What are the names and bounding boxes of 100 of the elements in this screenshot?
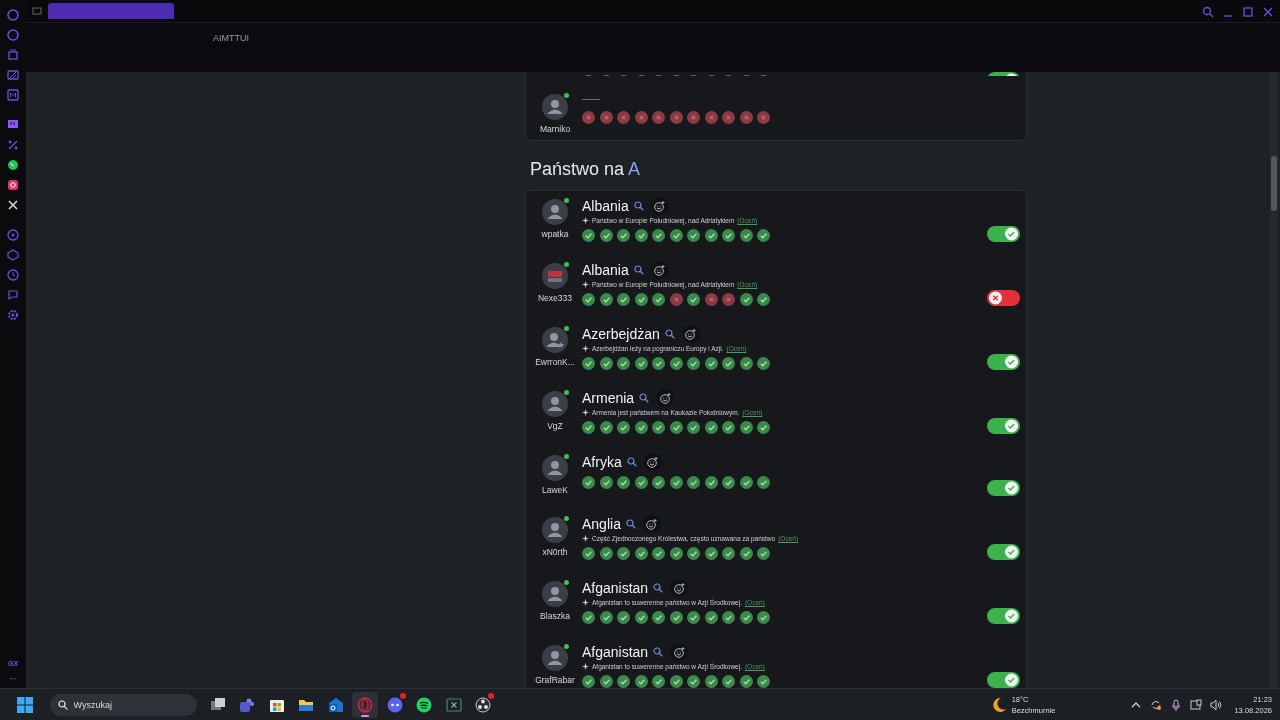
search-icon <box>57 699 68 710</box>
toggle-switch[interactable] <box>987 226 1020 242</box>
search-icon[interactable] <box>626 457 637 467</box>
avatar-icon <box>542 455 568 481</box>
search-field[interactable]: Wyszukaj <box>49 693 197 716</box>
player-name: GrafRabar <box>535 675 575 685</box>
toggle-switch[interactable] <box>987 672 1020 688</box>
search-icon[interactable] <box>625 519 636 529</box>
player-name: Nexe333 <box>538 293 572 303</box>
emoji-button[interactable] <box>650 197 669 215</box>
search-icon[interactable] <box>653 647 664 657</box>
sparkle-icon <box>582 281 589 288</box>
player-name: Marniko <box>539 124 571 134</box>
player-name: wpatka <box>541 229 569 239</box>
smiley-plus-icon <box>673 582 685 594</box>
smiley-plus-icon <box>654 264 666 276</box>
toggle-switch[interactable] <box>987 418 1020 434</box>
answer-text: Albania <box>582 262 629 278</box>
toggle-switch[interactable] <box>987 480 1020 496</box>
smiley-plus-icon <box>654 200 666 212</box>
search-icon[interactable] <box>1202 6 1214 18</box>
player-name: VgZ <box>547 421 563 431</box>
stacked-windows-icon <box>209 696 226 713</box>
emoji-button[interactable] <box>656 389 675 407</box>
chat-bubble-icon <box>386 696 403 713</box>
sparkle-icon <box>582 663 589 670</box>
sparkle-icon <box>582 345 589 352</box>
clock-icon[interactable] <box>7 269 19 281</box>
avatar-icon <box>542 94 568 120</box>
sound-waves-icon <box>416 696 432 713</box>
phone-bubble-icon[interactable] <box>7 159 19 171</box>
search-icon[interactable] <box>653 583 664 593</box>
scrollbar-track[interactable] <box>1270 72 1278 688</box>
smiley-plus-icon <box>685 328 697 340</box>
avatar-icon <box>542 327 568 353</box>
answer-text: Afganistan <box>582 644 649 660</box>
address-text: AIMTTUI <box>213 33 249 43</box>
sparkle-icon <box>582 409 589 416</box>
x-box-icon <box>445 696 462 713</box>
avatar-icon <box>542 645 568 671</box>
answer-text: Anglia <box>582 516 621 532</box>
search-icon[interactable] <box>639 393 650 403</box>
letter-square-icon[interactable] <box>7 89 19 101</box>
moon-icon[interactable] <box>990 696 1007 713</box>
toggle-switch[interactable] <box>987 608 1020 624</box>
striped-square-icon[interactable] <box>7 69 19 81</box>
player-name: xN0rth <box>542 547 568 557</box>
answer-text: Afganistan <box>582 580 649 596</box>
sparkle-icon <box>582 535 589 542</box>
emoji-button[interactable] <box>670 579 689 597</box>
avatar-icon <box>542 581 568 607</box>
scrollbar-thumb[interactable] <box>1271 156 1277 211</box>
search-icon[interactable] <box>633 265 644 275</box>
emoji-button[interactable] <box>643 453 662 471</box>
emoji-button[interactable] <box>681 325 700 343</box>
chat-square-icon[interactable] <box>7 119 19 131</box>
smiley-plus-icon <box>659 392 671 404</box>
circle-icon[interactable] <box>7 29 19 41</box>
toggle-switch[interactable] <box>987 544 1020 560</box>
avatar-icon <box>542 199 568 225</box>
smiley-plus-icon <box>673 646 685 658</box>
ring-icon <box>357 696 373 713</box>
player-name: LaweK <box>542 485 568 495</box>
microphone-icon[interactable] <box>1170 698 1183 711</box>
speaker-icon[interactable] <box>1210 698 1223 711</box>
aperture-icon <box>475 696 491 713</box>
toggle-switch[interactable] <box>987 354 1020 370</box>
sparkle-icon <box>582 599 589 606</box>
percent-icon[interactable] <box>7 139 19 151</box>
monitor-icon[interactable] <box>1190 698 1203 711</box>
notification-dot <box>399 692 406 699</box>
notification-dot <box>488 692 494 699</box>
ring-icon[interactable] <box>7 9 19 21</box>
settings-icon[interactable] <box>7 309 19 321</box>
player-name: EwrronK... <box>535 357 575 367</box>
speech-icon[interactable] <box>7 289 19 301</box>
close-icon[interactable] <box>1262 6 1274 18</box>
toggle-switch[interactable] <box>987 290 1020 306</box>
answer-text: Azerbejdżan <box>582 326 660 342</box>
answer-text: Afryka <box>582 454 622 470</box>
search-icon[interactable] <box>633 201 644 211</box>
emoji-button[interactable] <box>650 261 669 279</box>
sync-icon[interactable] <box>1150 698 1163 711</box>
stack-icon[interactable] <box>7 49 19 61</box>
player-name: Blaszka <box>540 611 570 621</box>
smiley-plus-icon <box>646 518 658 530</box>
play-circle-icon[interactable] <box>7 229 19 241</box>
camera-square-icon[interactable] <box>7 179 19 191</box>
emoji-button[interactable] <box>642 515 661 533</box>
avatar-icon <box>542 263 568 289</box>
search-icon[interactable] <box>664 329 675 339</box>
smiley-plus-icon <box>647 456 659 468</box>
windows-logo-icon <box>17 696 33 713</box>
section-heading: Państwo na A <box>530 159 642 180</box>
cube-icon[interactable] <box>7 249 19 261</box>
avatar-icon <box>542 391 568 417</box>
emoji-button[interactable] <box>670 643 689 661</box>
x-icon[interactable] <box>7 199 19 211</box>
maximize-icon[interactable] <box>1242 6 1254 18</box>
avatar-icon <box>542 517 568 543</box>
